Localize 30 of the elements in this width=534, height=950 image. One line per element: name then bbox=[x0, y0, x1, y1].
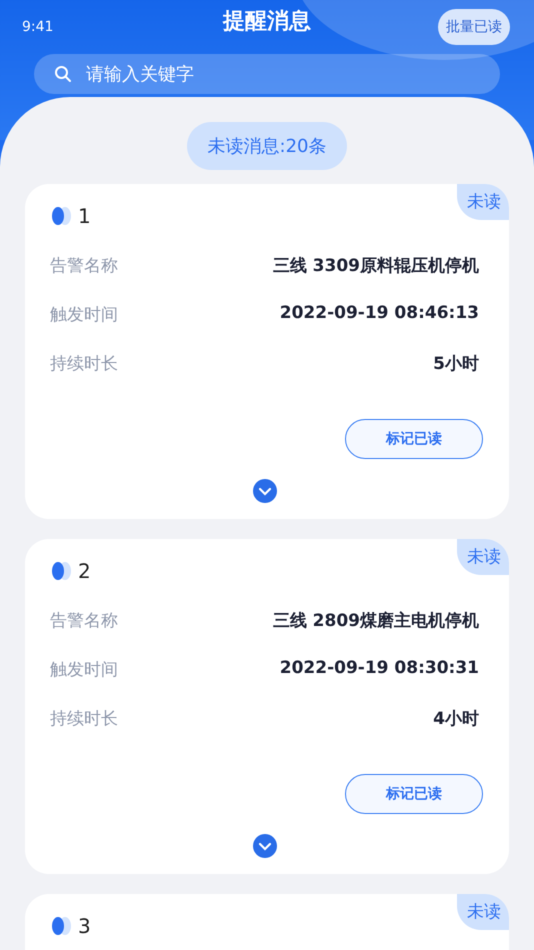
mark-all-read-button[interactable]: 批量已读 bbox=[438, 9, 510, 45]
field-value: 2022-09-19 08:46:13 bbox=[280, 303, 479, 325]
unread-badge: 未读 bbox=[457, 894, 509, 930]
page-title: 提醒消息 bbox=[223, 8, 311, 36]
unread-badge: 未读 bbox=[457, 184, 509, 220]
search-icon bbox=[54, 65, 72, 83]
field-value: 5小时 bbox=[433, 353, 479, 375]
message-number: 1 bbox=[78, 204, 91, 228]
field-value: 三线 2809煤磨主电机停机 bbox=[272, 610, 479, 632]
unread-count: 未读消息:20条 bbox=[186, 122, 348, 170]
expand-icon[interactable] bbox=[252, 479, 276, 503]
field-label: 触发时间 bbox=[50, 659, 118, 681]
field-label: 持续时长 bbox=[50, 353, 118, 375]
dot-icon bbox=[50, 561, 72, 581]
field-label: 持续时长 bbox=[50, 708, 118, 730]
mark-read-button[interactable]: 标记已读 bbox=[345, 774, 483, 814]
dot-icon bbox=[50, 916, 72, 936]
field-value: 三线 3309原料辊压机停机 bbox=[272, 255, 479, 277]
dot-icon bbox=[50, 206, 72, 226]
message-number: 3 bbox=[78, 914, 91, 938]
field-value: 2022-09-19 08:30:31 bbox=[280, 658, 479, 680]
status-time: 9:41 bbox=[22, 19, 54, 35]
expand-icon[interactable] bbox=[252, 834, 276, 858]
field-label: 告警名称 bbox=[50, 610, 118, 632]
unread-badge: 未读 bbox=[457, 539, 509, 575]
message-number: 2 bbox=[78, 559, 91, 583]
field-label: 触发时间 bbox=[50, 304, 118, 326]
field-label: 告警名称 bbox=[50, 255, 118, 277]
mark-read-button[interactable]: 标记已读 bbox=[345, 419, 483, 459]
field-value: 4小时 bbox=[433, 708, 479, 730]
